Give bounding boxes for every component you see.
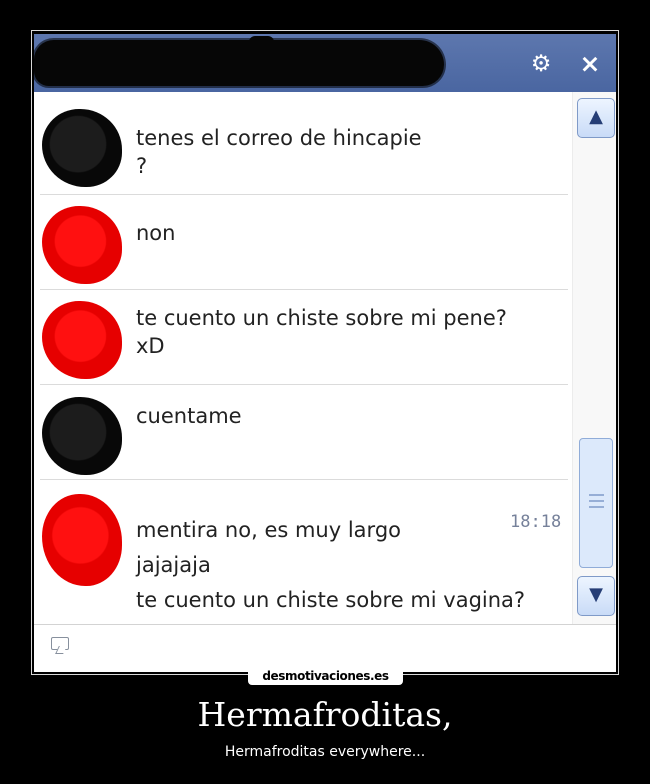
- scroll-up-icon[interactable]: ▲: [577, 98, 615, 138]
- chat-titlebar: ⚙ ×: [34, 34, 616, 92]
- scroll-thumb[interactable]: [579, 438, 613, 568]
- redacted-avatar: [42, 301, 122, 379]
- chat-scrollbar[interactable]: ▲ ▼: [572, 92, 616, 624]
- redacted-contact-name: [34, 36, 444, 86]
- close-icon[interactable]: ×: [574, 48, 606, 80]
- message-input[interactable]: [82, 633, 606, 665]
- redacted-avatar: [42, 109, 122, 187]
- scroll-grip-line: [589, 506, 604, 508]
- gear-icon[interactable]: ⚙: [525, 48, 557, 80]
- message-item: te cuento un chiste sobre mi pene? xD: [40, 290, 568, 385]
- message-list: tenes el correo de hincapie ? non te cue…: [40, 102, 568, 620]
- message-composer[interactable]: [34, 624, 616, 672]
- poster-subtitle: Hermafroditas everywhere...: [224, 744, 426, 760]
- scroll-grip-line: [589, 494, 604, 496]
- message-text: te cuento un chiste sobre mi pene? xD: [136, 306, 507, 358]
- message-text: mentira no, es muy largo jajajaja te cue…: [136, 518, 526, 612]
- message-item: tenes el correo de hincapie ?: [40, 102, 568, 195]
- message-item: cuentame: [40, 385, 568, 480]
- watermark: desmotivaciones.es: [248, 667, 403, 685]
- message-text: non: [136, 221, 176, 245]
- message-item: non: [40, 195, 568, 290]
- emoticon-icon[interactable]: [51, 637, 69, 650]
- redacted-avatar: [42, 397, 122, 475]
- message-text: cuentame: [136, 404, 242, 428]
- scroll-down-icon[interactable]: ▼: [577, 576, 615, 616]
- chat-window: ⚙ × tenes el correo de hincapie ? non te…: [34, 34, 616, 672]
- scroll-grip-line: [589, 500, 604, 502]
- message-item: mentira no, es muy largo jajajaja te cue…: [40, 480, 568, 620]
- message-text: tenes el correo de hincapie ?: [136, 126, 422, 178]
- redacted-avatar: [42, 206, 122, 284]
- poster-title: Hermafroditas,: [197, 695, 453, 734]
- message-timestamp: 18:18: [510, 512, 562, 532]
- redacted-avatar: [42, 494, 122, 586]
